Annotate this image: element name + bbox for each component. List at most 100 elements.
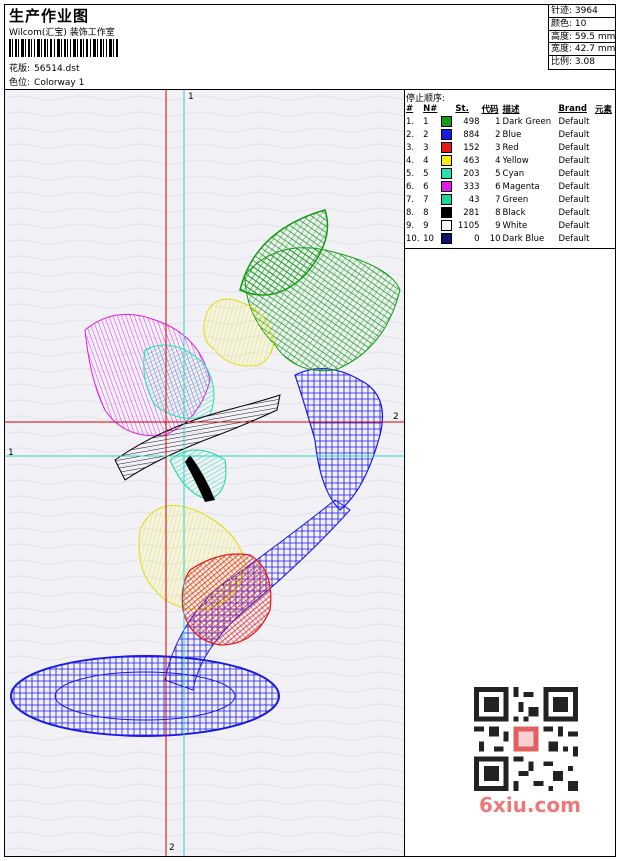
stop-sequence-legend: 停止顺序: # N# St. 代码 描述 Brand 元素 1. 1 498 1 Dar… — [405, 90, 615, 249]
stop-sequence-table: # N# St. 代码 描述 Brand 元素 1. 1 498 1 Dark Gree… — [405, 102, 615, 245]
cell-index: 3. — [406, 142, 415, 153]
cell-brand: Default — [558, 207, 590, 218]
stat-label: 宽度: — [551, 44, 573, 55]
col-header-swatch — [440, 102, 454, 115]
cell-element — [594, 141, 615, 154]
cell-code: 6 — [495, 181, 501, 192]
cell-description: Black — [502, 207, 526, 218]
cell-stitches: 0 — [474, 233, 480, 244]
colorway-line: 色位: Colorway 1 — [9, 75, 84, 88]
stat-colors: 颜色: 10 — [549, 18, 615, 31]
right-axis-marker: 2 — [393, 412, 399, 422]
cell-index: 5. — [406, 168, 415, 179]
cell-stitches: 203 — [463, 168, 480, 179]
worksheet-header: 生产作业图 Wilcom(汇宝) 装饰工作室 花版: 56514.dst 色位:… — [5, 5, 615, 90]
table-row: 9. 9 1105 9 White Default — [405, 219, 615, 232]
cell-index: 1. — [406, 116, 415, 127]
stats-box: 针迹: 3964 颜色: 10 高度: 59.5 mm 宽度: 42.7 mm … — [548, 5, 615, 70]
stat-scale: 比例: 3.08 — [549, 56, 615, 69]
cell-number: 4 — [423, 155, 429, 166]
table-row: 1. 1 498 1 Dark Green Default — [405, 115, 615, 128]
col-header-stitches: St. — [455, 103, 469, 114]
color-swatch — [441, 233, 453, 244]
cell-number: 3 — [423, 142, 429, 153]
col-header-element: 元素 — [594, 104, 612, 115]
cell-stitches: 43 — [468, 194, 480, 205]
cell-index: 7. — [406, 194, 415, 205]
table-row: 7. 7 43 7 Green Default — [405, 193, 615, 206]
cell-element — [594, 154, 615, 167]
embroidery-artwork — [5, 90, 404, 856]
cell-swatch — [440, 219, 454, 232]
cell-stitches: 281 — [463, 207, 480, 218]
cell-swatch — [440, 180, 454, 193]
cell-stitches: 463 — [463, 155, 480, 166]
cell-swatch — [440, 232, 454, 245]
cell-code: 5 — [495, 168, 501, 179]
design-preview: 1 1 2 2 — [5, 90, 405, 856]
stat-value: 3964 — [574, 6, 598, 16]
stat-label: 比例: — [551, 57, 573, 68]
stat-stitches: 针迹: 3964 — [549, 5, 615, 18]
production-worksheet: 生产作业图 Wilcom(汇宝) 装饰工作室 花版: 56514.dst 色位:… — [4, 4, 616, 857]
cell-description: Cyan — [502, 168, 525, 179]
cell-number: 10 — [423, 233, 434, 244]
cell-element — [594, 193, 615, 206]
watermark-text: 6xiu.com — [479, 793, 581, 817]
cell-description: Green — [502, 194, 529, 205]
cell-swatch — [440, 154, 454, 167]
table-header-row: # N# St. 代码 描述 Brand 元素 — [405, 102, 615, 115]
table-row: 6. 6 333 6 Magenta Default — [405, 180, 615, 193]
cell-index: 10. — [406, 233, 420, 244]
stat-width: 宽度: 42.7 mm — [549, 43, 615, 57]
cell-index: 9. — [406, 220, 415, 231]
cell-index: 2. — [406, 129, 415, 140]
cell-description: Magenta — [502, 181, 540, 192]
table-row: 4. 4 463 4 Yellow Default — [405, 154, 615, 167]
table-row: 3. 3 152 3 Red Default — [405, 141, 615, 154]
cell-code: 10 — [489, 233, 501, 244]
stat-height: 高度: 59.5 mm — [549, 31, 615, 44]
cell-element — [594, 115, 615, 128]
cell-code: 3 — [495, 142, 501, 153]
cell-stitches: 884 — [463, 129, 480, 140]
cell-number: 2 — [423, 129, 429, 140]
cell-swatch — [440, 141, 454, 154]
company-name: Wilcom(汇宝) 装饰工作室 — [9, 28, 115, 38]
cell-brand: Default — [558, 194, 590, 205]
col-header-code: 代码 — [481, 104, 499, 115]
color-swatch — [441, 168, 453, 179]
cell-number: 7 — [423, 194, 429, 205]
barcode-icon — [9, 39, 118, 57]
cell-swatch — [440, 128, 454, 141]
cell-element — [594, 219, 615, 232]
qr-code-icon — [474, 687, 578, 791]
cell-number: 6 — [423, 181, 429, 192]
color-swatch — [441, 142, 453, 153]
cell-description: Blue — [502, 129, 522, 140]
cell-code: 4 — [495, 155, 501, 166]
left-axis-marker: 1 — [8, 448, 14, 458]
col-header-number: N# — [423, 103, 438, 114]
table-row: 5. 5 203 5 Cyan Default — [405, 167, 615, 180]
stat-value: 10 — [574, 18, 587, 29]
blue-base — [10, 655, 280, 737]
cell-description: Yellow — [502, 155, 529, 166]
color-swatch — [441, 129, 453, 140]
color-swatch — [441, 194, 453, 205]
cell-brand: Default — [558, 129, 590, 140]
cell-brand: Default — [558, 142, 590, 153]
cell-stitches: 498 — [463, 116, 480, 127]
cell-swatch — [440, 167, 454, 180]
cell-description: White — [502, 220, 528, 231]
colorway-value: Colorway 1 — [34, 78, 85, 88]
cell-swatch — [440, 115, 454, 128]
cell-element — [594, 128, 615, 141]
cell-stitches: 333 — [463, 181, 480, 192]
color-swatch — [441, 207, 453, 218]
design-file-label: 花版: — [9, 64, 31, 74]
cell-number: 5 — [423, 168, 429, 179]
cell-code: 1 — [495, 116, 501, 127]
cell-number: 8 — [423, 207, 429, 218]
cell-element — [594, 232, 615, 245]
